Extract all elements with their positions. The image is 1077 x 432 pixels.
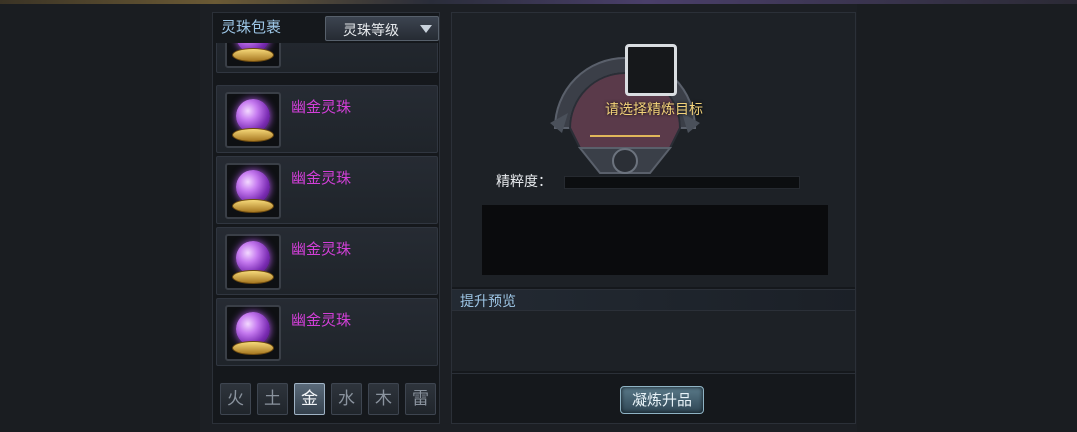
element-tab-fire[interactable]: 火 xyxy=(220,383,251,415)
refine-panel: 请选择精炼目标 精粹度： 提升预览 凝炼升品 xyxy=(451,12,856,424)
gold-base-icon xyxy=(232,270,274,284)
chevron-down-icon xyxy=(420,25,432,33)
gold-base-icon xyxy=(232,48,274,62)
gold-base-icon xyxy=(232,341,274,355)
element-filter-bar: 火 土 金 水 木 雷 xyxy=(216,381,438,421)
element-tab-metal[interactable]: 金 xyxy=(294,383,325,415)
refine-area: 请选择精炼目标 精粹度： xyxy=(452,13,855,287)
preview-title: 提升预览 xyxy=(460,294,516,310)
purity-progress-bar xyxy=(564,176,800,189)
orb-item-icon xyxy=(225,163,281,219)
item-name: 幽金灵珠 xyxy=(291,98,352,116)
background-right xyxy=(857,4,1077,432)
element-tab-water[interactable]: 水 xyxy=(331,383,362,415)
orb-bag-panel: 灵珠包裹 灵珠等级 幽金灵珠 幽金灵珠 幽金灵珠 幽金灵珠 火 土 金 水 木 … xyxy=(212,12,440,424)
preview-area xyxy=(452,311,855,371)
list-item[interactable]: 幽金灵珠 xyxy=(216,227,438,295)
purity-label: 精粹度： xyxy=(496,174,552,190)
list-item[interactable]: 幽金灵珠 xyxy=(216,156,438,224)
item-name: 幽金灵珠 xyxy=(291,311,352,329)
element-tab-wood[interactable]: 木 xyxy=(368,383,399,415)
preview-header: 提升预览 xyxy=(452,289,855,311)
gold-base-icon xyxy=(232,199,274,213)
orb-item-icon xyxy=(225,305,281,361)
orb-item-icon xyxy=(225,234,281,290)
element-tab-earth[interactable]: 土 xyxy=(257,383,288,415)
refine-target-prompt: 请选择精炼目标 xyxy=(605,102,703,118)
sort-dropdown-label: 灵珠等级 xyxy=(343,23,399,39)
orb-list[interactable]: 幽金灵珠 幽金灵珠 幽金灵珠 幽金灵珠 xyxy=(216,43,438,377)
orb-item-icon xyxy=(225,92,281,148)
refine-footer: 凝炼升品 xyxy=(452,373,855,423)
orb-bag-header: 灵珠包裹 灵珠等级 xyxy=(213,13,439,43)
sort-dropdown[interactable]: 灵珠等级 xyxy=(325,16,439,41)
refine-result-box xyxy=(482,205,828,275)
element-tab-thunder[interactable]: 雷 xyxy=(405,383,436,415)
list-item[interactable]: 幽金灵珠 xyxy=(216,85,438,153)
list-item[interactable] xyxy=(216,43,438,73)
item-name: 幽金灵珠 xyxy=(291,169,352,187)
list-item[interactable]: 幽金灵珠 xyxy=(216,298,438,366)
gold-base-icon xyxy=(232,128,274,142)
orb-item-icon xyxy=(225,43,281,68)
background-left xyxy=(0,4,200,432)
refine-target-slot[interactable] xyxy=(625,44,677,96)
upgrade-button[interactable]: 凝炼升品 xyxy=(620,386,704,414)
orb-bag-title: 灵珠包裹 xyxy=(221,18,282,36)
item-name: 幽金灵珠 xyxy=(291,240,352,258)
